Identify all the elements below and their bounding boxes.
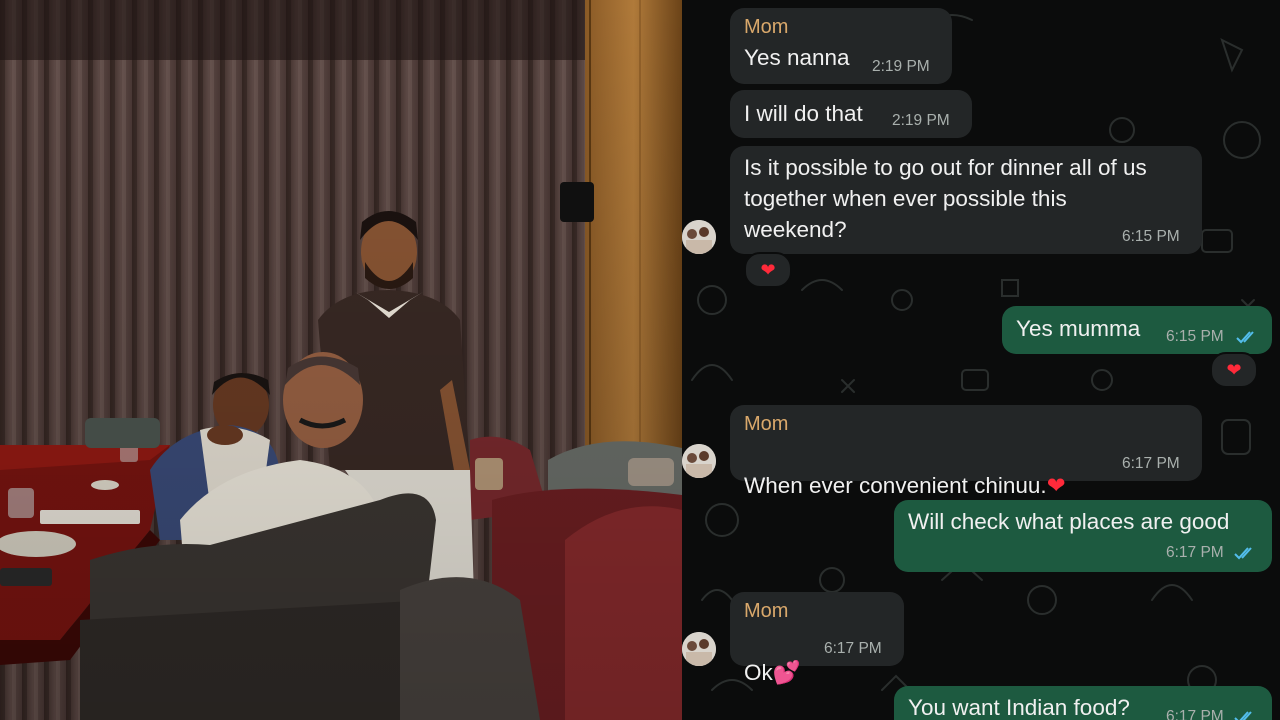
message-text: You want Indian food? bbox=[908, 695, 1130, 720]
avatar-photo-icon bbox=[682, 444, 716, 478]
family-photo bbox=[0, 0, 682, 720]
message-time: 6:15 PM bbox=[1122, 228, 1180, 245]
family-photo-illustration bbox=[0, 0, 682, 720]
contact-avatar[interactable] bbox=[682, 632, 716, 666]
screenshot-root: Mom Yes nanna 2:19 PM I will do that 2:1… bbox=[0, 0, 1280, 720]
message-text: Is it possible to go out for dinner all … bbox=[744, 155, 1147, 242]
heart-reaction[interactable]: ❤ bbox=[744, 252, 792, 288]
message-text-body: Ok bbox=[744, 660, 773, 685]
message-time: 2:19 PM bbox=[872, 58, 930, 75]
message-text: Will check what places are good bbox=[908, 509, 1230, 534]
double-check-icon bbox=[1234, 711, 1252, 720]
avatar-photo-icon bbox=[682, 632, 716, 666]
message-bubble-incoming[interactable]: Is it possible to go out for dinner all … bbox=[730, 146, 1202, 254]
two-hearts-emoji: 💕 bbox=[772, 660, 801, 685]
contact-avatar[interactable] bbox=[682, 220, 716, 254]
sender-name: Mom bbox=[744, 16, 789, 38]
chat-panel[interactable]: Mom Yes nanna 2:19 PM I will do that 2:1… bbox=[682, 0, 1280, 720]
message-text: I will do that bbox=[744, 101, 863, 126]
message-text: Ok💕 bbox=[744, 626, 801, 688]
sender-name: Mom bbox=[744, 600, 789, 622]
message-bubble-incoming[interactable]: Mom Ok💕 6:17 PM bbox=[730, 592, 904, 685]
message-bubble-incoming[interactable]: Mom When ever convenient chinuu.❤ 6:17 P… bbox=[730, 405, 1202, 498]
message-text: Yes nanna bbox=[744, 45, 850, 70]
message-time: 6:17 PM bbox=[1122, 455, 1180, 472]
heart-emoji: ❤ bbox=[760, 259, 776, 280]
message-text: Yes mumma bbox=[1016, 316, 1141, 341]
message-bubble-incoming[interactable]: I will do that 2:19 PM bbox=[730, 90, 972, 138]
message-bubble-outgoing[interactable]: You want Indian food? 6:17 PM bbox=[894, 686, 1272, 720]
message-bubble-outgoing[interactable]: Will check what places are good 6:17 PM bbox=[894, 500, 1272, 572]
message-time: 6:17 PM bbox=[1166, 544, 1224, 561]
message-bubble-incoming[interactable]: Mom Yes nanna 2:19 PM bbox=[730, 8, 952, 84]
heart-reaction[interactable]: ❤ bbox=[1210, 352, 1258, 388]
message-time: 6:15 PM bbox=[1166, 328, 1224, 345]
message-time: 6:17 PM bbox=[824, 640, 882, 657]
message-time: 2:19 PM bbox=[892, 112, 950, 129]
double-check-icon bbox=[1234, 547, 1252, 560]
contact-avatar[interactable] bbox=[682, 444, 716, 478]
message-bubble-outgoing[interactable]: Yes mumma 6:15 PM bbox=[1002, 306, 1272, 354]
heart-emoji: ❤ bbox=[1046, 473, 1066, 498]
message-time: 6:17 PM bbox=[1166, 708, 1224, 720]
avatar-photo-icon bbox=[682, 220, 716, 254]
double-check-icon bbox=[1236, 331, 1254, 344]
sender-name: Mom bbox=[744, 413, 789, 435]
heart-emoji: ❤ bbox=[1226, 359, 1242, 380]
message-text-body: When ever convenient chinuu. bbox=[744, 473, 1047, 498]
message-text: When ever convenient chinuu.❤ bbox=[744, 439, 1066, 501]
